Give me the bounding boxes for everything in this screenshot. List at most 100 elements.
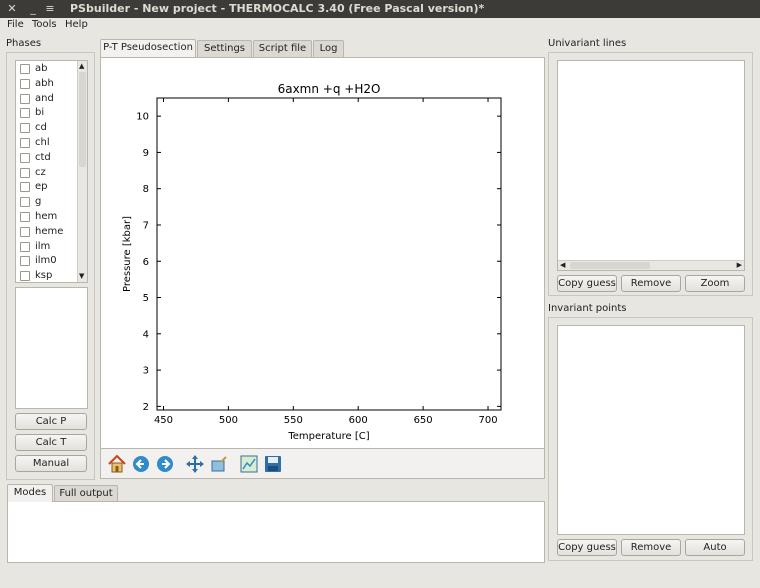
- x-tick-label: 550: [284, 415, 303, 426]
- phase-label: ab: [35, 63, 48, 74]
- close-icon[interactable]: ✕: [6, 2, 18, 15]
- scroll-thumb[interactable]: [79, 72, 86, 167]
- menu-icon[interactable]: ≡: [44, 2, 56, 15]
- tab-settings[interactable]: Settings: [197, 40, 252, 57]
- y-axis-label: Pressure [kbar]: [122, 216, 133, 292]
- phase-item-chl[interactable]: chl: [18, 136, 80, 151]
- tab-full-output[interactable]: Full output: [54, 485, 118, 502]
- x-tick-label: 700: [478, 415, 497, 426]
- phase-item-cd[interactable]: cd: [18, 121, 80, 136]
- phase-label: chl: [35, 137, 50, 148]
- phase-checkbox[interactable]: [20, 212, 30, 222]
- title-bar: ✕ _ ≡ PSbuilder - New project - THERMOCA…: [0, 0, 760, 18]
- output-text-area[interactable]: [7, 501, 545, 563]
- y-tick-label: 2: [143, 402, 149, 413]
- phase-item-ilm0[interactable]: ilm0: [18, 254, 80, 269]
- phase-label: abh: [35, 77, 54, 89]
- menu-bar: File Tools Help: [0, 18, 760, 32]
- univariant-remove-button[interactable]: Remove: [621, 275, 681, 292]
- phase-item-abh[interactable]: abh: [18, 77, 80, 92]
- y-tick-label: 8: [143, 184, 149, 195]
- phase-checkbox[interactable]: [20, 256, 30, 267]
- phase-checkbox[interactable]: [20, 64, 30, 74]
- univariant-list[interactable]: ◀ ▶: [557, 60, 745, 271]
- phase-item-ep[interactable]: ep: [18, 180, 80, 195]
- scroll-left-icon[interactable]: ◀: [560, 262, 565, 269]
- menu-file[interactable]: File: [7, 18, 24, 31]
- phase-label: ctd: [35, 151, 51, 163]
- phase-info-box: [15, 287, 88, 409]
- phase-checkbox[interactable]: [20, 241, 30, 252]
- calc-t-button[interactable]: Calc T: [15, 434, 87, 451]
- phase-item-and[interactable]: and: [18, 92, 80, 107]
- invariant-auto-button[interactable]: Auto: [685, 539, 745, 556]
- phase-label: g: [35, 196, 42, 208]
- univariant-zoom-button[interactable]: Zoom: [685, 275, 745, 292]
- phase-item-g[interactable]: g: [18, 195, 80, 210]
- y-tick-label: 3: [143, 366, 149, 377]
- invariant-remove-button[interactable]: Remove: [621, 539, 681, 556]
- phase-checkbox[interactable]: [20, 108, 30, 119]
- phase-checkbox[interactable]: [20, 197, 30, 208]
- phase-checkbox[interactable]: [20, 78, 30, 89]
- phase-item-ctd[interactable]: ctd: [18, 151, 80, 166]
- invariant-list[interactable]: [557, 325, 745, 535]
- calc-p-button[interactable]: Calc P: [15, 413, 87, 430]
- phase-checkbox[interactable]: [20, 123, 30, 134]
- phase-item-hem[interactable]: hem: [18, 210, 80, 225]
- phase-checkbox[interactable]: [20, 182, 30, 193]
- pt-chart[interactable]: 6axmn +q +H2O 450 500 550 600 650 700 2 3 4 5 6 7 8 9 1…: [101, 58, 544, 448]
- y-tick-label: 7: [143, 220, 149, 231]
- phase-checkbox[interactable]: [20, 271, 30, 282]
- invariant-copy-guess-button[interactable]: Copy guess: [557, 539, 617, 556]
- tab-script-file[interactable]: Script file: [253, 40, 312, 57]
- configure-subplots-icon[interactable]: [239, 454, 259, 474]
- save-icon[interactable]: [263, 454, 283, 474]
- phase-list[interactable]: ▲ ▼ ab abh and bi cd chl ctd cz ep g hem heme ilm ilm…: [15, 60, 88, 283]
- phase-item-heme[interactable]: heme: [18, 225, 80, 240]
- phase-item-ab[interactable]: ab: [18, 62, 80, 77]
- univariant-copy-guess-button[interactable]: Copy guess: [557, 275, 617, 292]
- chart-title: 6axmn +q +H2O: [278, 82, 381, 96]
- phase-checkbox[interactable]: [20, 138, 30, 148]
- minimize-icon[interactable]: _: [27, 2, 39, 15]
- y-tick-label: 6: [143, 257, 149, 268]
- plot-toolbar: [100, 449, 545, 479]
- phase-label: ilm: [35, 240, 51, 252]
- tab-log[interactable]: Log: [313, 40, 344, 57]
- x-tick-label: 500: [219, 415, 238, 426]
- y-tick-label: 9: [143, 148, 149, 159]
- manual-button[interactable]: Manual: [15, 455, 87, 472]
- phase-label: heme: [35, 225, 64, 237]
- phase-checkbox[interactable]: [20, 167, 30, 178]
- forward-arrow-icon[interactable]: [155, 454, 175, 474]
- menu-tools[interactable]: Tools: [32, 18, 57, 31]
- phase-checkbox[interactable]: [20, 226, 30, 237]
- tab-pt-pseudosection[interactable]: P-T Pseudosection: [100, 39, 196, 57]
- y-tick-label: 10: [136, 112, 149, 123]
- phase-item-bi[interactable]: bi: [18, 106, 80, 121]
- phase-item-ilm[interactable]: ilm: [18, 240, 80, 255]
- tab-modes[interactable]: Modes: [7, 484, 53, 502]
- phase-checkbox[interactable]: [20, 93, 30, 104]
- phase-label: hem: [35, 211, 58, 222]
- y-tick-label: 5: [143, 293, 149, 304]
- phase-label: ksp: [35, 270, 53, 282]
- hscroll-thumb[interactable]: [570, 262, 650, 269]
- y-tick-label: 4: [143, 329, 149, 340]
- univariant-hscrollbar[interactable]: ◀ ▶: [558, 260, 744, 270]
- phase-label: cz: [35, 166, 46, 178]
- menu-help[interactable]: Help: [65, 18, 88, 31]
- pan-icon[interactable]: [185, 454, 205, 474]
- back-arrow-icon[interactable]: [131, 454, 151, 474]
- home-icon[interactable]: [107, 454, 127, 474]
- scroll-right-icon[interactable]: ▶: [737, 262, 742, 269]
- zoom-icon[interactable]: [209, 454, 229, 474]
- phase-label: cd: [35, 122, 47, 134]
- univariant-label: Univariant lines: [548, 38, 627, 49]
- plot-area[interactable]: 6axmn +q +H2O 450 500 550 600 650 700 2 3 4 5 6 7 8 9 1…: [100, 57, 545, 449]
- phase-checkbox[interactable]: [20, 152, 30, 163]
- phase-item-cz[interactable]: cz: [18, 166, 80, 181]
- phase-label: ep: [35, 181, 48, 193]
- phase-item-ksp[interactable]: ksp: [18, 269, 80, 282]
